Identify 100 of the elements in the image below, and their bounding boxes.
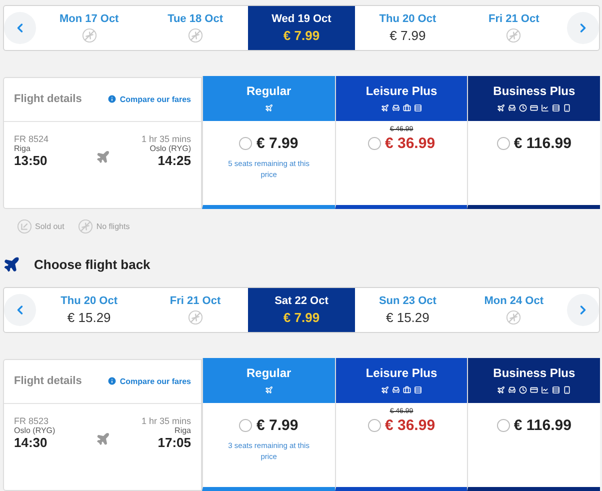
date-price: € 7.99 — [283, 310, 320, 325]
no-flights-icon — [188, 310, 203, 325]
no-flights-icon — [506, 28, 522, 43]
date-label: Mon 24 Oct — [484, 294, 544, 307]
arrival-time: 14:25 — [158, 152, 191, 168]
benefit-icon — [414, 104, 422, 112]
date-tab[interactable]: Tue 18 Oct — [142, 6, 248, 50]
fare-price: € 36.99 — [384, 134, 436, 152]
date-tab[interactable]: Fri 21 Oct — [460, 6, 567, 50]
fare-name: Leisure Plus — [366, 84, 438, 98]
date-tab[interactable]: Thu 20 Oct € 7.99 — [354, 6, 461, 50]
benefit-icon — [508, 386, 516, 394]
date-label: Sat 22 Oct — [274, 294, 328, 307]
duration: 1 hr 35 mins — [141, 416, 191, 426]
date-tab[interactable]: Sat 22 Oct € 7.99 — [248, 288, 355, 332]
fare-name: Regular — [246, 84, 292, 98]
fare-price: € 116.99 — [514, 134, 572, 152]
origin: Riga — [14, 144, 30, 153]
date-tab[interactable]: Mon 17 Oct — [36, 6, 142, 50]
benefit-icon — [381, 104, 389, 112]
next-button[interactable] — [567, 294, 599, 326]
date-price: € 15.29 — [67, 310, 111, 325]
benefit-icon — [403, 104, 411, 112]
date-label: Mon 17 Oct — [59, 12, 119, 25]
fare-name: Regular — [246, 366, 292, 380]
date-label: Wed 19 Oct — [272, 12, 332, 25]
fare-price: € 36.99 — [384, 416, 436, 434]
destination: Oslo (RYG) — [150, 144, 191, 153]
fare-radio[interactable] — [239, 136, 252, 150]
benefit-icon — [530, 104, 538, 112]
no-flights-icon — [506, 310, 522, 325]
date-label: Sun 23 Oct — [378, 294, 436, 307]
info-icon — [106, 376, 117, 386]
duration: 1 hr 35 mins — [141, 134, 191, 144]
legend-item: Sold out — [17, 219, 64, 234]
fare-radio[interactable] — [496, 136, 510, 150]
benefit-icon — [264, 386, 273, 394]
benefit-icon — [563, 104, 572, 112]
benefit-icon — [403, 386, 411, 394]
benefit-icon — [497, 386, 506, 394]
next-button[interactable] — [567, 12, 599, 44]
date-tab[interactable]: Fri 21 Oct — [142, 288, 248, 332]
plane-icon — [96, 432, 110, 446]
fare-name: Leisure Plus — [366, 366, 438, 380]
benefit-icon — [530, 386, 538, 394]
date-price: € 15.29 — [386, 310, 430, 325]
legend-item: No flights — [78, 219, 130, 234]
origin: Oslo (RYG) — [14, 426, 56, 435]
flight-details-title: Flight details — [14, 375, 82, 388]
benefit-icon — [552, 386, 560, 394]
benefit-icon — [264, 104, 273, 112]
date-label: Thu 20 Oct — [379, 12, 436, 25]
plane-icon — [3, 256, 20, 273]
benefit-icon — [519, 104, 528, 112]
benefit-icon — [497, 104, 506, 112]
date-tab[interactable]: Wed 19 Oct € 7.99 — [248, 6, 355, 50]
previous-button[interactable] — [4, 12, 36, 44]
fare-name: Business Plus — [493, 366, 576, 380]
fare-radio[interactable] — [368, 418, 381, 432]
benefit-icon — [381, 386, 389, 394]
previous-button[interactable] — [4, 294, 36, 326]
benefit-icon — [508, 104, 516, 112]
fare-price: € 116.99 — [514, 416, 572, 434]
date-tab[interactable]: Mon 24 Oct — [460, 288, 567, 332]
arrival-time: 17:05 — [158, 434, 191, 450]
section-heading: Choose flight back — [34, 257, 150, 272]
no-flights-icon — [82, 28, 97, 43]
date-label: Thu 20 Oct — [60, 294, 118, 307]
no-flights-icon — [188, 28, 203, 43]
date-label: Fri 21 Oct — [170, 294, 221, 307]
date-tab[interactable]: Sun 23 Oct € 15.29 — [354, 288, 461, 332]
benefit-icon — [519, 386, 528, 394]
benefit-icon — [563, 386, 572, 394]
fare-name: Business Plus — [493, 84, 576, 98]
benefit-icon — [552, 104, 560, 112]
departure-time: 14:30 — [14, 434, 48, 450]
info-icon — [106, 94, 117, 104]
compare-fares-link[interactable]: Compare our fares — [106, 94, 191, 104]
fare-radio[interactable] — [368, 136, 381, 150]
flight-number: FR 8524 — [14, 134, 49, 144]
fare-price: € 7.99 — [256, 416, 298, 434]
benefit-icon — [392, 104, 400, 112]
date-price: € 7.99 — [283, 28, 320, 43]
benefit-icon — [541, 104, 550, 112]
fare-radio[interactable] — [496, 418, 510, 432]
no-flights-icon — [78, 219, 94, 234]
date-label: Fri 21 Oct — [488, 12, 540, 25]
flight-details-title: Flight details — [14, 93, 82, 106]
sold-out-icon — [17, 219, 32, 234]
compare-fares-link[interactable]: Compare our fares — [106, 376, 191, 386]
benefit-icon — [541, 386, 550, 394]
fare-radio[interactable] — [239, 418, 252, 432]
flight-number: FR 8523 — [14, 416, 49, 426]
destination: Riga — [174, 426, 191, 435]
date-tab[interactable]: Thu 20 Oct € 15.29 — [36, 288, 142, 332]
plane-icon — [96, 150, 110, 164]
fare-price: € 7.99 — [256, 134, 298, 152]
date-price: € 7.99 — [390, 28, 426, 43]
departure-time: 13:50 — [14, 152, 48, 168]
benefit-icon — [392, 386, 400, 394]
